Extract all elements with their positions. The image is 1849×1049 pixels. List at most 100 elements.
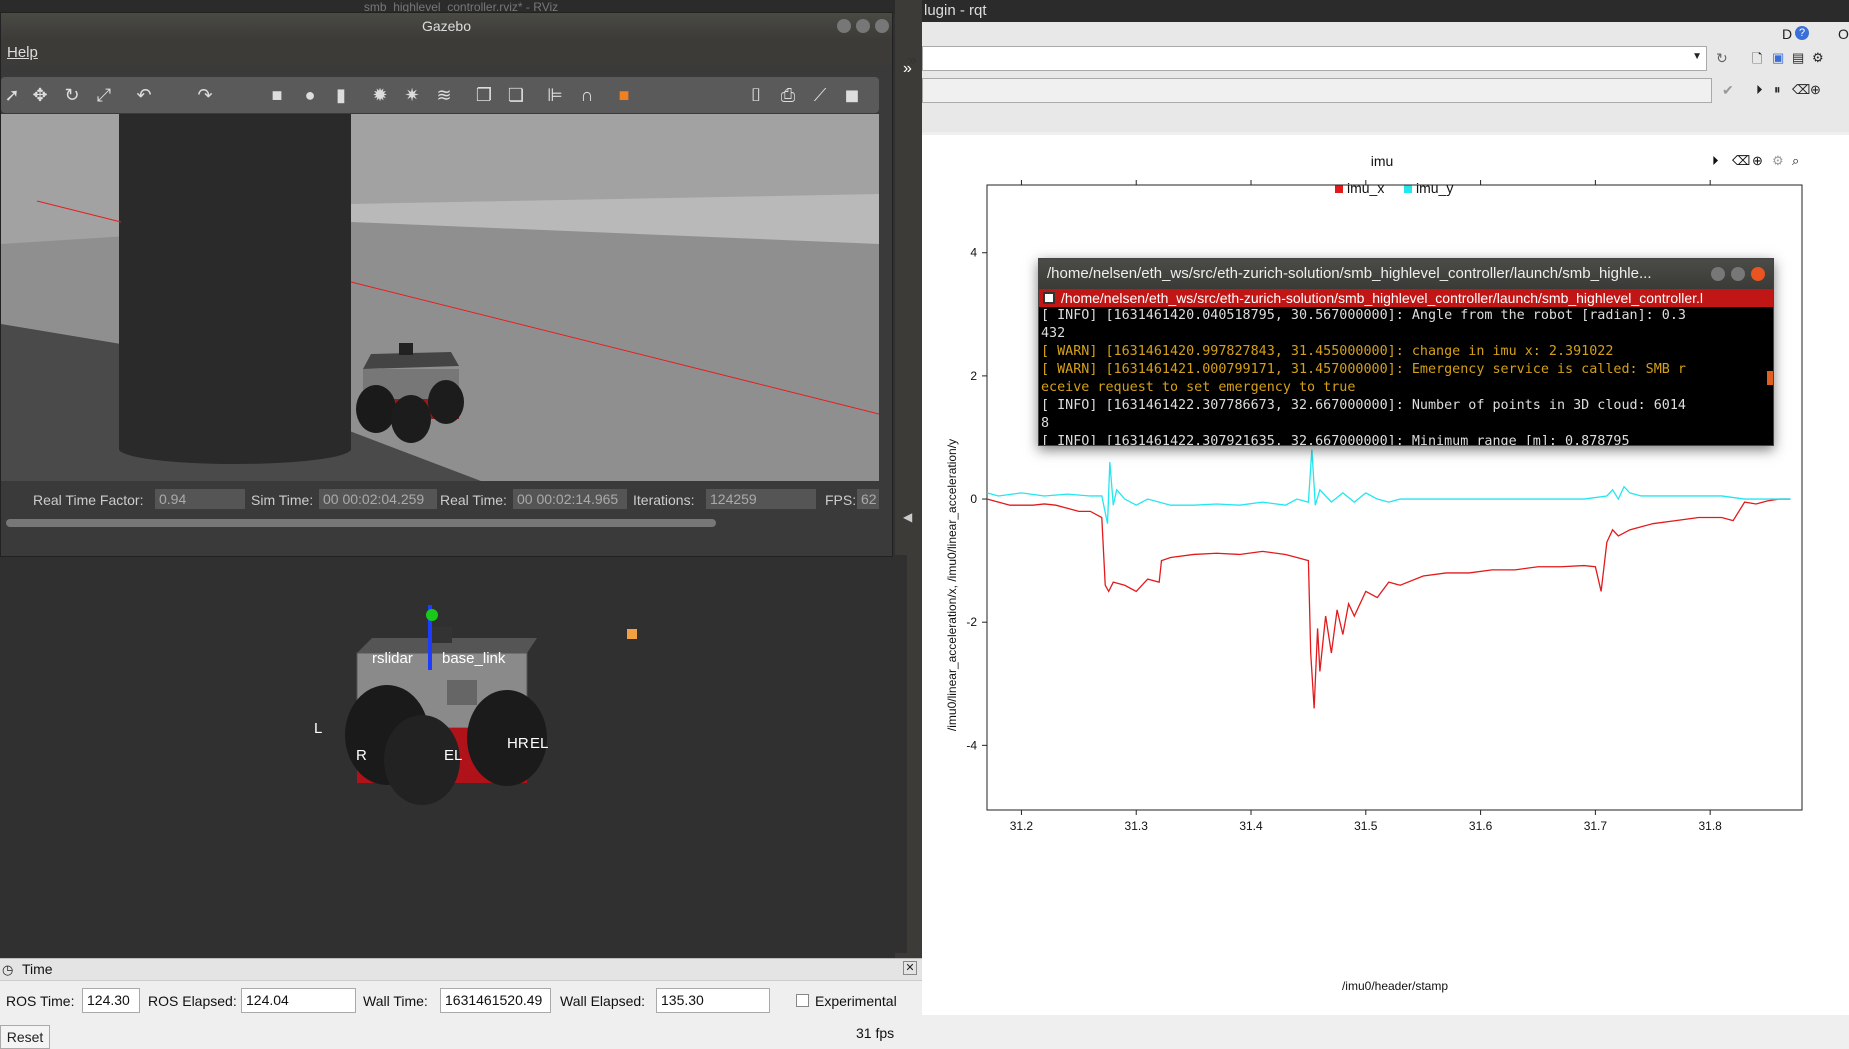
new-icon[interactable]: 🗋 [1752, 50, 1762, 72]
plot-clear-icon[interactable]: ⌫ [1732, 153, 1750, 168]
fps-label: FPS: [825, 492, 857, 508]
checkmark-icon[interactable]: ✔ [1722, 82, 1734, 99]
terminal-maximize-icon[interactable] [1731, 267, 1745, 281]
rotate-icon[interactable]: ↻ [61, 84, 83, 106]
left-wheel-label: L [314, 720, 322, 737]
wall-time-field[interactable]: 1631461520.49 [440, 988, 551, 1013]
horizontal-scrollbar[interactable] [6, 519, 716, 527]
wall-elapsed-field[interactable]: 135.30 [656, 988, 770, 1013]
y-tick-label: -2 [966, 615, 977, 629]
rqt-title-bar: lugin - rqt [922, 0, 1849, 22]
terminal-minimize-icon[interactable] [1711, 267, 1725, 281]
wall-time-label: Wall Time: [363, 993, 428, 1009]
redo-icon[interactable]: ↷ [194, 84, 216, 106]
view-angle-icon[interactable]: ■ [613, 84, 635, 106]
message-field[interactable] [922, 78, 1712, 103]
robot-model [345, 605, 547, 805]
ros-time-field[interactable]: 124.30 [82, 988, 140, 1013]
real-time-value: 00 00:02:14.965 [513, 489, 627, 509]
terminal-line: 8 [1041, 416, 1050, 431]
marker-point [627, 629, 637, 639]
x-tick-label: 31.5 [1354, 819, 1378, 833]
ros-elapsed-field[interactable]: 124.04 [241, 988, 356, 1013]
minimize-icon[interactable] [837, 19, 851, 33]
terminal-line: [ INFO] [1631461422.307786673, 32.667000… [1041, 398, 1686, 413]
base-link-label: base_link [442, 650, 506, 667]
settings-icon[interactable]: ⚙ [1812, 50, 1824, 66]
point-light-icon[interactable]: ✹ [369, 84, 391, 106]
x-tick-label: 31.6 [1469, 819, 1493, 833]
record-icon[interactable]: ⊕ [1810, 82, 1821, 98]
fps-readout: 31 fps [856, 1025, 895, 1041]
rviz-3d-view[interactable]: rslidar base_link L R EL EL HR [12, 555, 907, 953]
terminal-line: [ WARN] [1631461421.000799171, 31.457000… [1041, 362, 1686, 377]
plot-icon[interactable]: ⟋ [809, 84, 831, 106]
time-panel-header: ◷ Time ✕ [0, 959, 922, 981]
terminal-tab-icon [1043, 292, 1055, 304]
corner-label-2: O [1838, 26, 1849, 42]
maximize-icon[interactable] [856, 19, 870, 33]
copy-icon[interactable]: ❐ [473, 84, 495, 106]
plot-record-icon[interactable]: ⊕ [1752, 153, 1763, 168]
plot-play-icon[interactable]: ⏵ [1712, 153, 1719, 168]
gazebo-window: Gazebo Help ➚ ✥ ↻ ⤢ ↶ ↷ ■ ● ▮ ✹ ✷ ≋ ❐ ❏ … [0, 12, 893, 557]
plot-controls: ⏵ ⌫ ⊕ ⚙ ⌕ [1712, 153, 1799, 168]
box-icon[interactable]: ■ [266, 84, 288, 106]
close-icon[interactable] [875, 19, 889, 33]
wheel-label-el-2: EL [530, 735, 548, 752]
collapse-arrow-icon[interactable]: ◀ [903, 510, 912, 524]
experimental-checkbox[interactable] [796, 994, 809, 1007]
sim-time-label: Sim Time: [251, 492, 314, 508]
gazebo-3d-scene[interactable] [1, 114, 879, 481]
refresh-icon[interactable]: ↻ [1716, 50, 1728, 67]
x-axis-label: /imu0/header/stamp [1342, 979, 1448, 993]
select-icon[interactable]: ➚ [1, 84, 23, 106]
undo-icon[interactable]: ↶ [133, 84, 155, 106]
x-tick-label: 31.8 [1698, 819, 1722, 833]
expand-arrow-icon[interactable]: » [908, 52, 917, 70]
rtf-value: 0.94 [155, 489, 245, 509]
open-icon[interactable]: ▣ [1772, 50, 1784, 66]
scale-icon[interactable]: ⤢ [93, 84, 115, 106]
zoom-icon[interactable]: ⌕ [1792, 153, 1799, 168]
translate-icon[interactable]: ✥ [29, 84, 51, 106]
save-icon[interactable]: ▤ [1792, 50, 1804, 66]
magnet-icon[interactable]: ∩ [576, 84, 598, 106]
terminal-title-bar: /home/nelsen/eth_ws/src/eth-zurich-solut… [1039, 259, 1773, 289]
align-icon[interactable]: ⊫ [544, 84, 566, 106]
terminal-close-icon[interactable] [1751, 267, 1765, 281]
wall-elapsed-label: Wall Elapsed: [560, 993, 646, 1009]
terminal-window[interactable]: /home/nelsen/eth_ws/src/eth-zurich-solut… [1038, 258, 1774, 446]
video-icon[interactable]: ◼ [841, 84, 863, 106]
directional-light-icon[interactable]: ≋ [433, 84, 455, 106]
gazebo-status-bar: Real Time Factor: 0.94 Sim Time: 00 00:0… [1, 486, 879, 514]
iterations-label: Iterations: [633, 492, 695, 508]
terminal-title: /home/nelsen/eth_ws/src/eth-zurich-solut… [1047, 265, 1652, 282]
chart-title: imu [1371, 153, 1394, 169]
paste-icon[interactable]: ❏ [505, 84, 527, 106]
terminal-scrollbar[interactable] [1767, 371, 1773, 385]
plot-settings-icon[interactable]: ⚙ [1772, 153, 1784, 168]
screenshot-icon[interactable]: ⌷ [745, 84, 767, 106]
rslidar-label: rslidar [372, 650, 413, 667]
clear-icon[interactable]: ⌫ [1792, 82, 1810, 98]
pause-icon[interactable]: ⏸ [1774, 82, 1781, 98]
chevron-down-icon[interactable]: ▼ [1692, 51, 1702, 62]
spot-light-icon[interactable]: ✷ [401, 84, 423, 106]
log-icon[interactable]: ⎙ [777, 84, 799, 106]
x-tick-label: 31.2 [1010, 819, 1034, 833]
terminal-tab[interactable]: /home/nelsen/eth_ws/src/eth-zurich-solut… [1039, 289, 1773, 307]
reset-button[interactable]: Reset [0, 1025, 50, 1049]
chart-series [986, 449, 1791, 709]
topic-combo[interactable]: ▼ [922, 46, 1707, 71]
gazebo-scene-render [1, 114, 879, 481]
terminal-line: [ WARN] [1631461420.997827843, 31.455000… [1041, 344, 1614, 359]
legend-swatch-imu-x [1335, 185, 1343, 193]
close-panel-icon[interactable]: ✕ [903, 961, 917, 975]
sphere-icon[interactable]: ● [299, 84, 321, 106]
menu-help[interactable]: Help [7, 44, 38, 61]
cylinder-icon[interactable]: ▮ [330, 84, 352, 106]
play-icon[interactable]: ⏵ [1756, 82, 1763, 98]
rqt-window: lugin - rqt » D ? O ▼ ↻ 🗋 ▣ ▤ ⚙ ✔ ⏵ ⏸ ⌫ … [908, 0, 1849, 1049]
help-icon[interactable]: ? [1795, 26, 1809, 40]
